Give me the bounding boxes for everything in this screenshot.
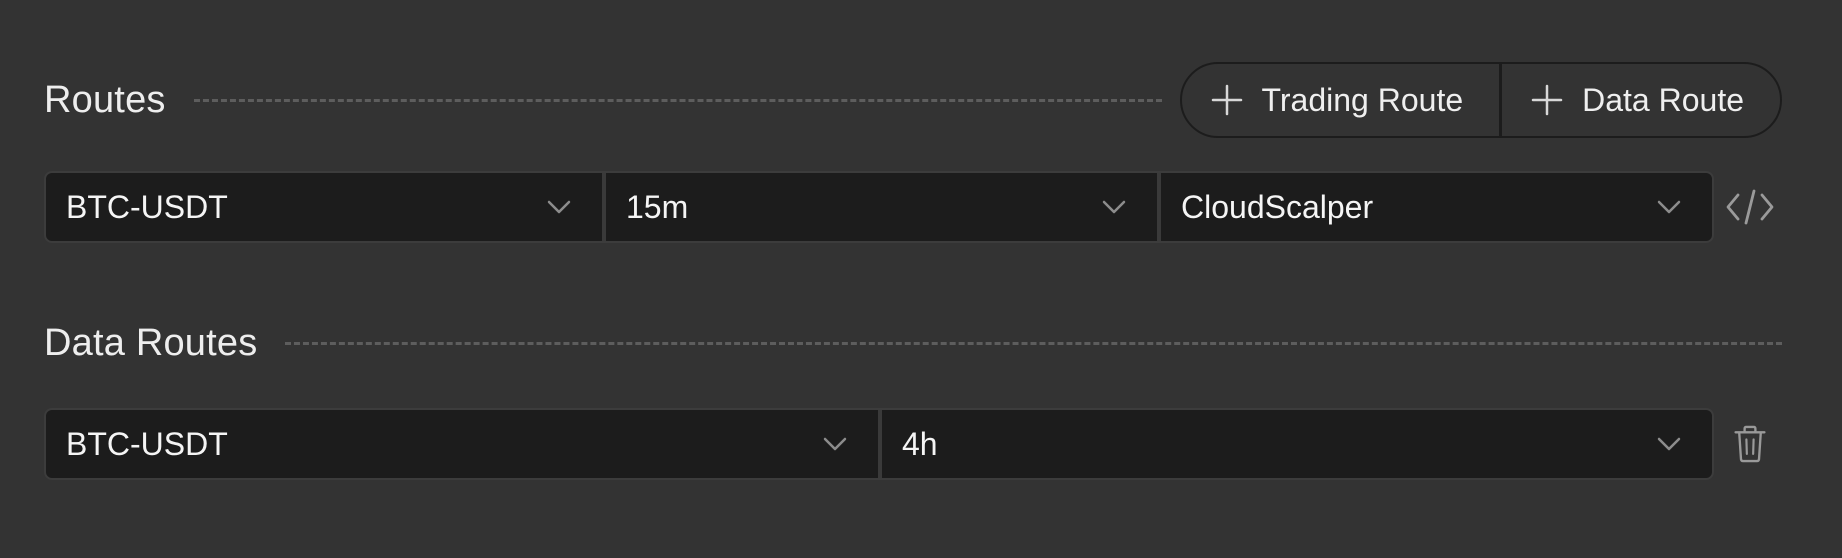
plus-icon (1211, 84, 1242, 116)
data-symbol-select-value: BTC-USDT (66, 425, 228, 462)
data-routes-divider (285, 341, 1782, 345)
data-routes-header: Data Routes (44, 318, 1782, 368)
add-trading-route-label: Trading Route (1261, 81, 1464, 118)
routes-title: Routes (44, 78, 166, 121)
add-data-route-button[interactable]: Data Route (1499, 64, 1780, 136)
trash-icon (1734, 425, 1766, 463)
code-icon (1726, 189, 1774, 225)
chevron-down-icon (1657, 200, 1681, 214)
chevron-down-icon (1102, 200, 1126, 214)
delete-data-route-button[interactable] (1726, 420, 1774, 468)
add-trading-route-button[interactable]: Trading Route (1182, 64, 1500, 136)
data-route-selects: BTC-USDT 4h (44, 408, 1714, 480)
data-timeframe-select[interactable]: 4h (878, 410, 1712, 478)
add-route-button-group: Trading Route Data Route (1179, 62, 1782, 138)
symbol-select[interactable]: BTC-USDT (46, 173, 602, 241)
symbol-select-value: BTC-USDT (66, 188, 228, 225)
trading-route-row: BTC-USDT 15m CloudScalper (44, 171, 1774, 243)
routes-header: Routes Trading Route Data Route (44, 62, 1782, 138)
trading-route-selects: BTC-USDT 15m CloudScalper (44, 171, 1714, 243)
routes-divider (193, 98, 1162, 102)
chevron-down-icon (823, 437, 847, 451)
chevron-down-icon (1657, 437, 1681, 451)
view-code-button[interactable] (1726, 183, 1774, 231)
data-route-row: BTC-USDT 4h (44, 408, 1774, 480)
data-symbol-select[interactable]: BTC-USDT (46, 410, 878, 478)
chevron-down-icon (547, 200, 571, 214)
data-timeframe-select-value: 4h (902, 425, 938, 462)
timeframe-select-value: 15m (626, 188, 689, 225)
routes-panel: Routes Trading Route Data Route BTC-USDT… (0, 0, 1842, 558)
strategy-select-value: CloudScalper (1181, 188, 1374, 225)
data-routes-title: Data Routes (44, 321, 258, 364)
plus-icon (1531, 84, 1563, 116)
add-data-route-label: Data Route (1582, 81, 1744, 118)
strategy-select[interactable]: CloudScalper (1157, 173, 1712, 241)
timeframe-select[interactable]: 15m (602, 173, 1157, 241)
